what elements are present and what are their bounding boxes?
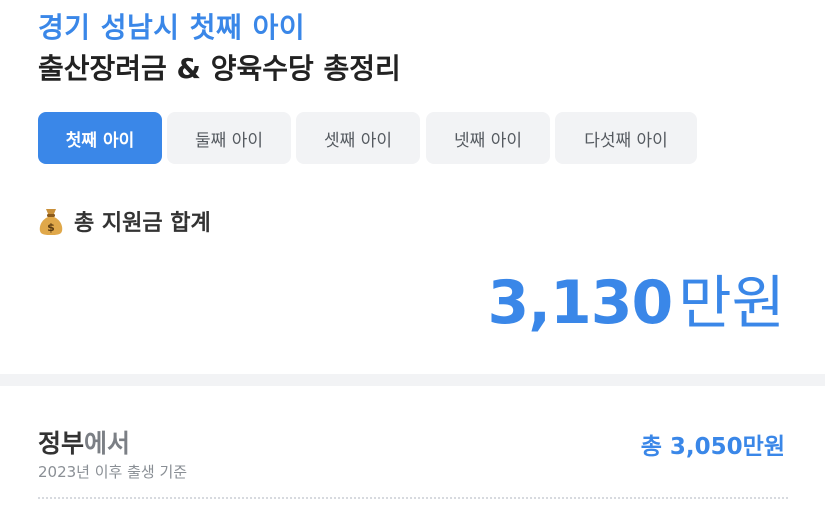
total-support-heading: $ 총 지원금 합계 bbox=[38, 203, 211, 239]
total-support-amount: 3,130 만원 bbox=[487, 256, 785, 340]
svg-text:$: $ bbox=[47, 221, 55, 234]
tab-fifth-child[interactable]: 다섯째 아이 bbox=[555, 112, 697, 164]
page: 경기 성남시 첫째 아이 출산장려금 & 양육수당 총정리 첫째 아이 둘째 아… bbox=[0, 0, 825, 521]
section-divider bbox=[0, 374, 825, 386]
section-title-suffix: 에서 bbox=[84, 429, 131, 458]
tab-first-child[interactable]: 첫째 아이 bbox=[38, 112, 162, 164]
tab-fourth-child[interactable]: 넷째 아이 bbox=[426, 112, 550, 164]
dotted-divider bbox=[38, 497, 788, 499]
tab-second-child[interactable]: 둘째 아이 bbox=[167, 112, 291, 164]
page-title: 출산장려금 & 양육수당 총정리 bbox=[38, 52, 401, 85]
money-bag-icon: $ bbox=[39, 209, 63, 235]
total-amount-unit: 만원 bbox=[678, 269, 785, 337]
page-title-region: 경기 성남시 첫째 아이 bbox=[38, 11, 306, 44]
section-title-main: 정부 bbox=[38, 429, 85, 458]
tab-third-child[interactable]: 셋째 아이 bbox=[296, 112, 420, 164]
government-section-total: 총 3,050만원 bbox=[640, 434, 785, 460]
government-section-subtitle: 2023년 이후 출생 기준 bbox=[38, 463, 188, 481]
government-section-title: 정부에서 bbox=[38, 424, 130, 460]
total-amount-value: 3,130 bbox=[487, 268, 673, 338]
total-support-label: 총 지원금 합계 bbox=[74, 211, 211, 236]
